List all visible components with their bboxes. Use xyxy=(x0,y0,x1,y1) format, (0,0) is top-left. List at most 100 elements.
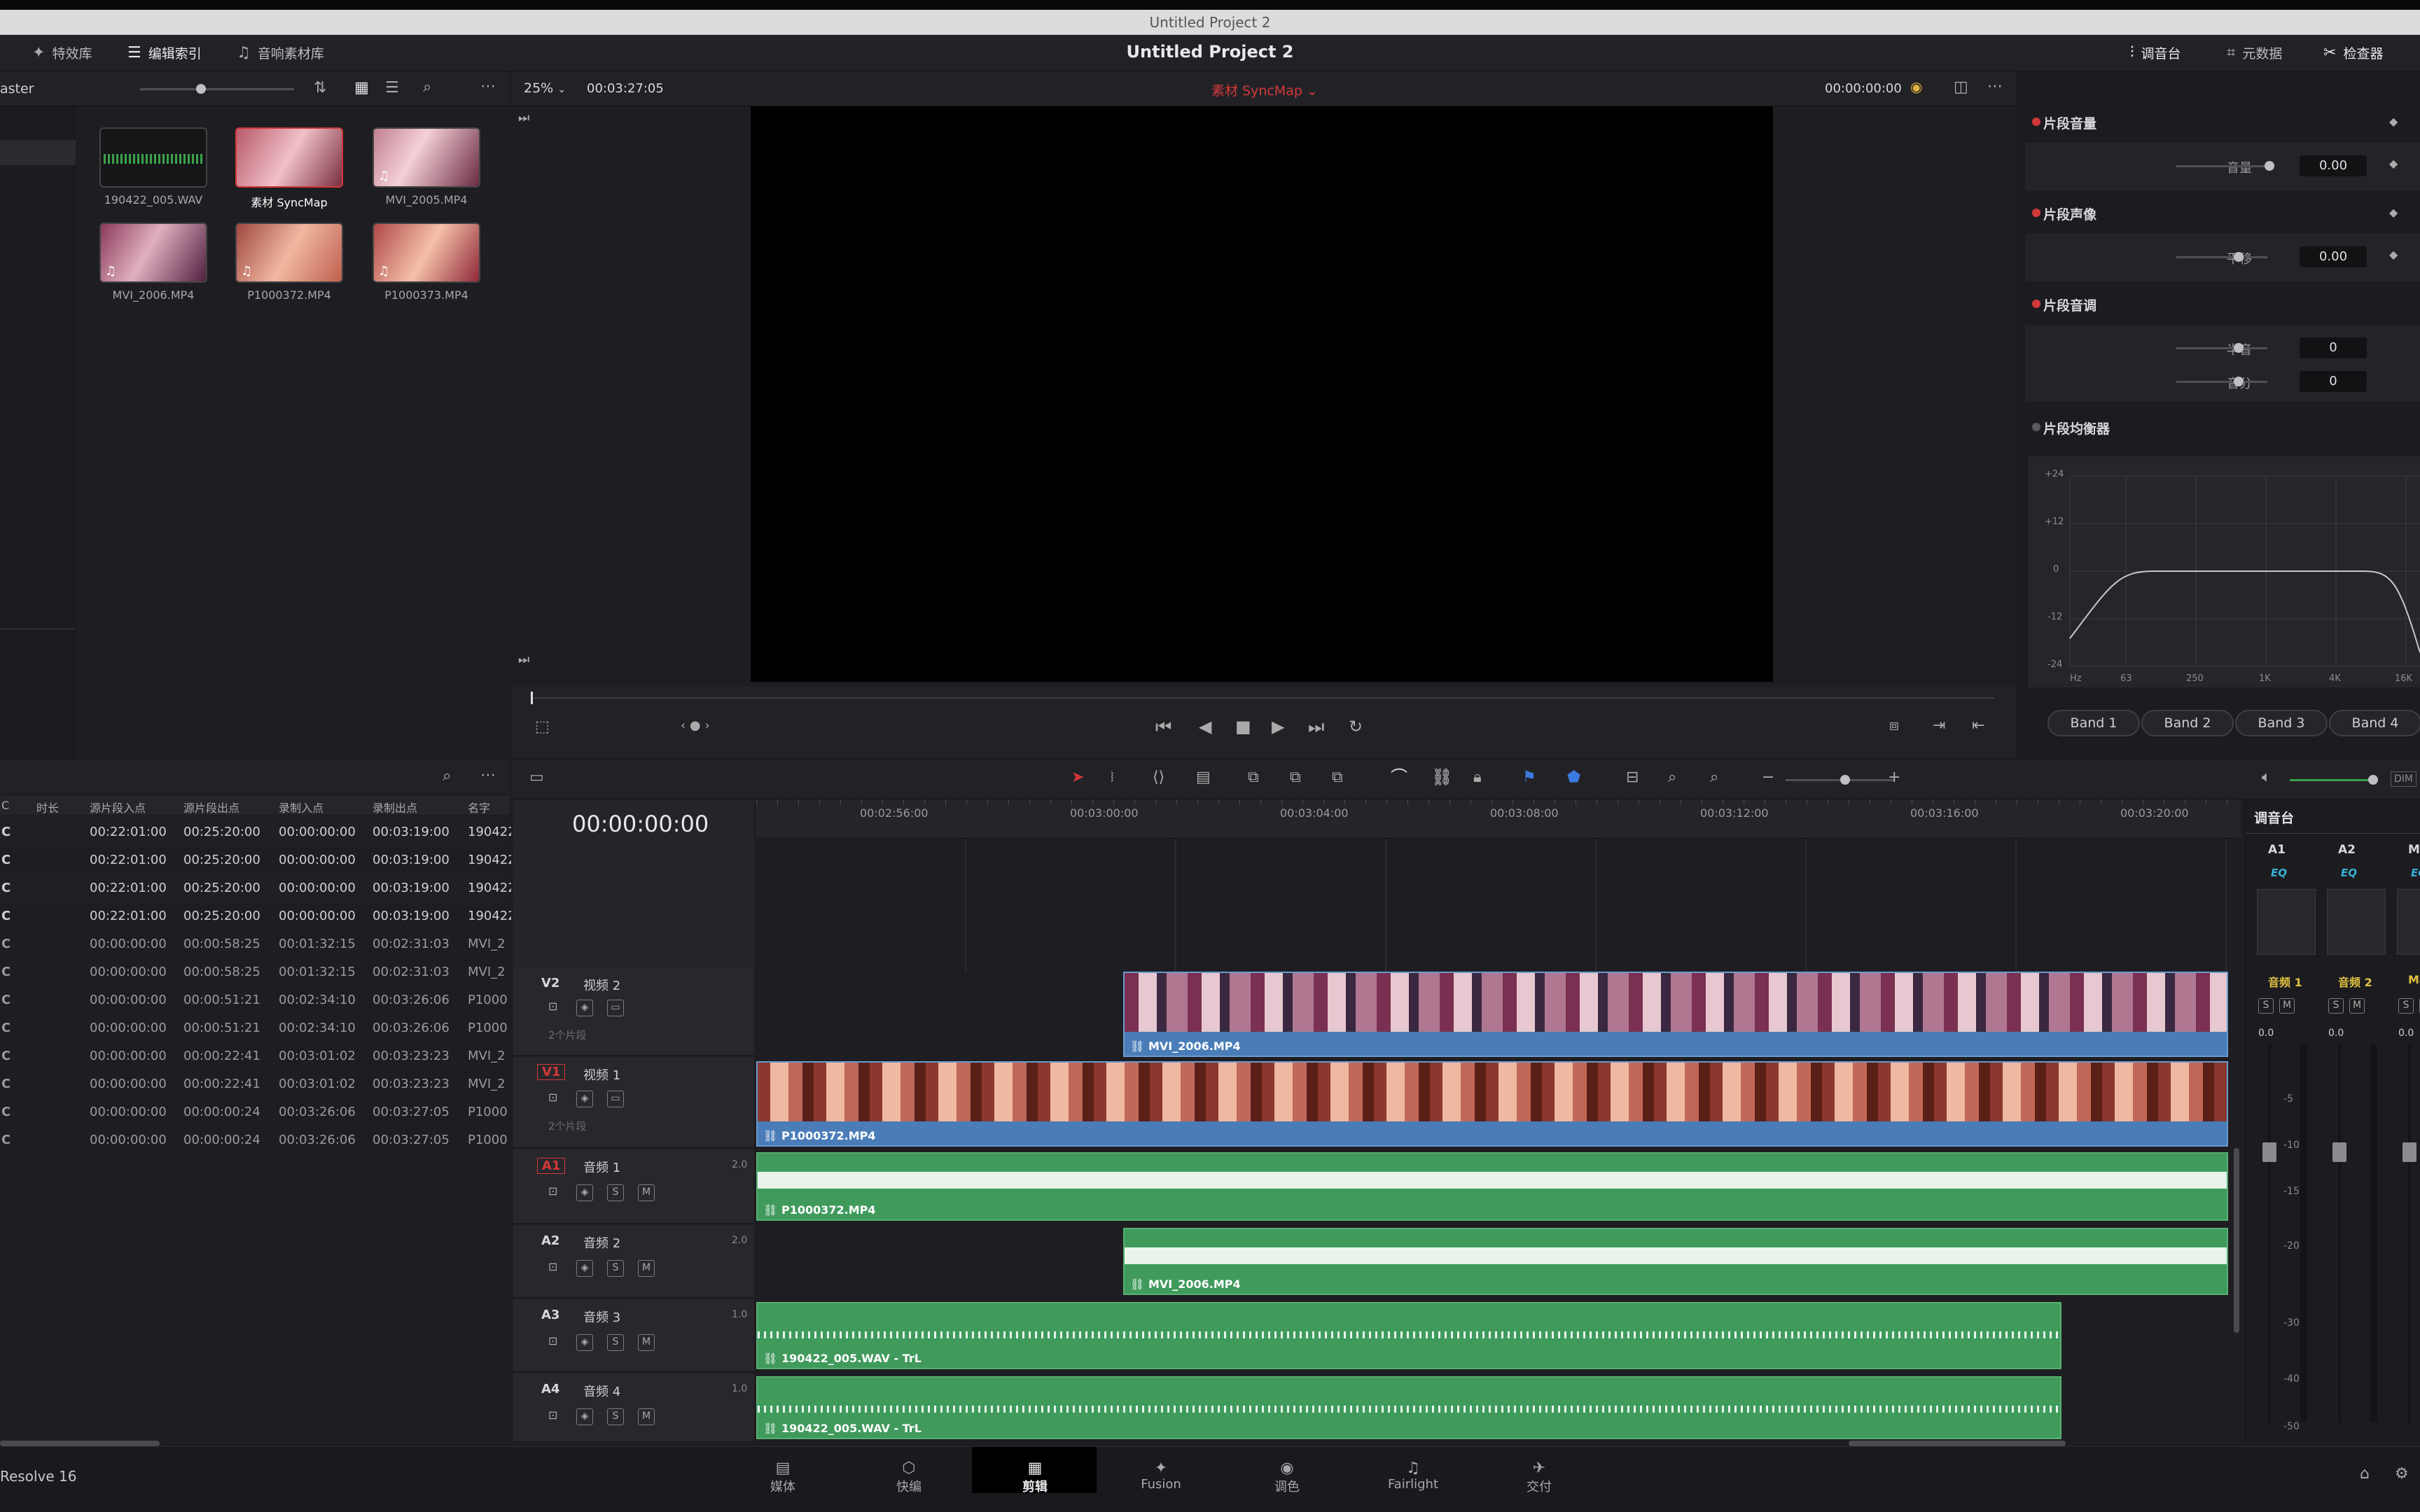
track-header-a2[interactable]: A2 音频 2 2.0 ⊡ ◈ S M xyxy=(513,1225,754,1298)
volume-knob[interactable] xyxy=(2265,161,2274,171)
fader-handle[interactable] xyxy=(2402,1142,2416,1162)
solo-button[interactable]: S xyxy=(607,1260,624,1277)
auto-select-icon[interactable]: ◈ xyxy=(576,1260,593,1277)
match-frame-icon[interactable]: ⧈ xyxy=(1889,718,1899,734)
track-header-v2[interactable]: V2 视频 2 ⊡ ◈ ▭ 2个片段 xyxy=(513,967,754,1056)
trim-tool-icon[interactable]: ⧘ xyxy=(1111,770,1114,785)
mixer-button[interactable]: ⫶ 调音台 xyxy=(2130,43,2181,62)
zoom-select[interactable]: 25% ⌄ xyxy=(524,80,566,96)
lock-icon[interactable]: ⊡ xyxy=(548,1001,557,1012)
volume-value[interactable]: 0.00 xyxy=(2300,155,2367,176)
mixer-eq-button[interactable]: EQ xyxy=(2411,867,2420,879)
zoom-custom-icon[interactable]: ⌕ xyxy=(1710,770,1718,785)
inspector-button[interactable]: ✂ 检查器 xyxy=(2323,43,2383,62)
zoom-in-icon[interactable]: + xyxy=(1888,770,1900,785)
master-volume-slider[interactable] xyxy=(2290,779,2374,781)
mute-button[interactable]: M xyxy=(638,1408,655,1425)
overwrite-clip-icon[interactable]: ⧉ xyxy=(1290,770,1301,785)
settings-icon[interactable]: ⚙ xyxy=(2395,1466,2409,1482)
thumbnail-size-slider[interactable] xyxy=(140,88,294,90)
eq-graph[interactable]: +24 +12 0 -12 -24 Hz 63 250 1K 4K 16K xyxy=(2028,456,2420,687)
table-row[interactable]: C 00:00:00:00 00:00:58:25 00:01:32:15 00:02:… xyxy=(0,958,510,986)
clip-a3-audio[interactable]: ⛓ 190422_005.WAV - TrL xyxy=(756,1302,2061,1369)
eq-band-1-button[interactable]: Band 1 xyxy=(2047,710,2140,736)
reset-icon[interactable]: ◆ xyxy=(2389,116,2398,127)
mute-button[interactable]: M xyxy=(638,1334,655,1351)
dual-viewer-icon[interactable]: ◫ xyxy=(1954,80,1968,95)
semitone-value[interactable]: 0 xyxy=(2300,337,2367,358)
home-icon[interactable]: ⌂ xyxy=(2360,1466,2370,1482)
media-clip-p1000373[interactable]: ♫ xyxy=(373,223,480,283)
snapping-icon[interactable]: ⌒ xyxy=(1391,769,1407,785)
lock-icon[interactable]: ⊡ xyxy=(548,1186,557,1197)
auto-select-icon[interactable]: ◈ xyxy=(576,1334,593,1351)
loop-icon[interactable]: ↻ xyxy=(1349,718,1363,735)
keyframe-icon[interactable]: ◆ xyxy=(2389,249,2398,260)
mixer-eq-button[interactable]: EQ xyxy=(2341,867,2357,879)
table-row[interactable]: C 00:22:01:00 00:25:20:00 00:00:00:00 00:03:… xyxy=(0,846,516,874)
mixer-dynamics-graph[interactable] xyxy=(2257,889,2316,955)
thumbnail-size-knob[interactable] xyxy=(196,84,206,94)
page-tab-5[interactable]: ♫ Fairlight xyxy=(1378,1460,1448,1492)
semitone-slider[interactable] xyxy=(2176,347,2267,349)
media-clip-190422-wav[interactable] xyxy=(99,127,207,188)
cents-knob[interactable] xyxy=(2234,377,2244,386)
table-row[interactable]: C 00:00:00:00 00:00:51:21 00:02:34:10 00:03:… xyxy=(0,986,510,1014)
track-header-v1[interactable]: V1 视频 1 ⊡ ◈ ▭ 2个片段 xyxy=(513,1057,754,1148)
solo-button[interactable]: S xyxy=(607,1184,624,1201)
mute-button[interactable]: M xyxy=(2349,998,2365,1014)
page-tab-2[interactable]: ▦ 剪辑 xyxy=(1000,1460,1070,1495)
fader-handle[interactable] xyxy=(2332,1142,2346,1162)
color-wheel-icon[interactable]: ◉ xyxy=(1910,80,1922,94)
sort-icon[interactable]: ⇅ xyxy=(314,80,326,96)
track-visibility-icon[interactable]: ▭ xyxy=(607,1000,624,1016)
more-icon[interactable]: ⋯ xyxy=(480,79,496,94)
clip-a4-audio[interactable]: ⛓ 190422_005.WAV - TrL xyxy=(756,1376,2061,1439)
marker-icon[interactable]: ⬟ xyxy=(1567,770,1580,785)
lock-icon[interactable]: ⊡ xyxy=(548,1410,557,1421)
flag-icon[interactable]: ⚑ xyxy=(1522,770,1536,785)
clip-a2-audio[interactable]: ⛓ MVI_2006.MP4 xyxy=(1123,1228,2228,1295)
table-row[interactable]: C 00:00:00:00 00:00:22:41 00:03:01:02 00:03:… xyxy=(0,1042,510,1070)
grid-view-icon[interactable]: ▦ xyxy=(354,80,369,96)
table-row[interactable]: C 00:00:00:00 00:00:58:25 00:01:32:15 00:02:… xyxy=(0,930,510,958)
auto-select-icon[interactable]: ◈ xyxy=(576,1000,593,1016)
cents-value[interactable]: 0 xyxy=(2300,371,2367,392)
mute-button[interactable]: M xyxy=(2279,998,2295,1014)
clip-p1000372-video[interactable]: ⛓ P1000372.MP4 xyxy=(756,1061,2228,1147)
master-volume-knob[interactable] xyxy=(2368,775,2378,785)
auto-select-icon[interactable]: ◈ xyxy=(576,1184,593,1201)
mute-button[interactable]: M xyxy=(638,1184,655,1201)
more-icon[interactable]: ⋯ xyxy=(480,768,496,783)
mute-button[interactable]: M xyxy=(638,1260,655,1277)
dynamic-trim-icon[interactable]: ⟨⟩ xyxy=(1153,770,1164,785)
skip-to-end-icon[interactable]: ⏭ xyxy=(518,654,529,666)
clip-mvi2006-video[interactable]: ⛓ MVI_2006.MP4 xyxy=(1123,972,2228,1057)
table-row[interactable]: C 00:22:01:00 00:25:20:00 00:00:00:00 00:03:… xyxy=(0,902,516,930)
mixer-dynamics-graph[interactable] xyxy=(2327,889,2386,955)
media-clip-p1000372[interactable]: ♫ xyxy=(235,223,343,283)
zoom-detail-icon[interactable]: ⌕ xyxy=(1668,770,1676,785)
eq-band-4-button[interactable]: Band 4 xyxy=(2329,710,2420,736)
lock-icon[interactable]: ⊡ xyxy=(548,1261,557,1273)
solo-button[interactable]: S xyxy=(2398,998,2414,1014)
jog-icon[interactable]: ‹ ● › xyxy=(681,720,710,732)
fader-handle[interactable] xyxy=(2262,1142,2276,1162)
zoom-full-icon[interactable]: ⊟ xyxy=(1626,770,1639,785)
timeline-ruler[interactable]: 00:02:56:00 00:03:00:00 00:03:04:00 00:0… xyxy=(756,799,2241,839)
search-icon[interactable]: ⌕ xyxy=(443,769,451,784)
table-row[interactable]: C 00:00:00:00 00:00:00:24 00:03:26:06 00:03:… xyxy=(0,1126,510,1154)
mark-in-icon[interactable]: ⇤ xyxy=(1972,718,1984,734)
blade-tool-icon[interactable]: ▤ xyxy=(1196,770,1211,785)
pan-slider[interactable] xyxy=(2176,256,2267,258)
volume-slider[interactable] xyxy=(2176,165,2267,167)
table-row[interactable]: C 00:00:00:00 00:00:00:24 00:03:26:06 00:03:… xyxy=(0,1098,510,1126)
crop-icon[interactable]: ⬚ xyxy=(535,720,550,735)
play-reverse-icon[interactable]: ◀ xyxy=(1199,718,1211,735)
mixer-eq-button[interactable]: EQ xyxy=(2271,867,2287,879)
dim-button[interactable]: DIM xyxy=(2391,771,2416,787)
play-icon[interactable]: ▶ xyxy=(1272,718,1284,735)
page-tab-0[interactable]: ▤ 媒体 xyxy=(748,1460,818,1495)
keyframe-icon[interactable]: ◆ xyxy=(2389,158,2398,169)
timeline-vertical-scrollbar[interactable] xyxy=(2234,1148,2239,1333)
